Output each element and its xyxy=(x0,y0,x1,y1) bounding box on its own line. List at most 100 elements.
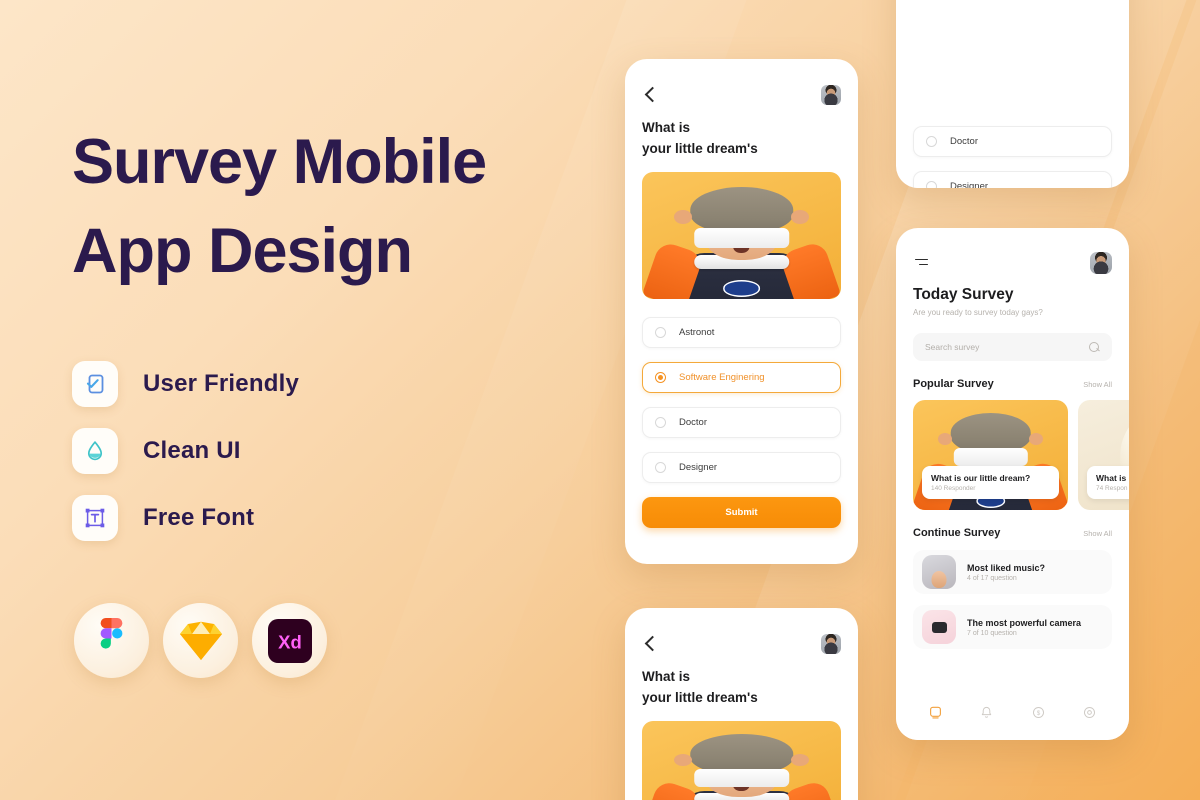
survey-header xyxy=(625,59,858,105)
title-line-1: Survey Mobile xyxy=(72,127,487,197)
radio-icon xyxy=(655,462,666,474)
item-text: Most liked music? 4 of 17 question xyxy=(967,563,1045,582)
child-astronaut-illustration xyxy=(642,172,841,300)
item-title: Most liked music? xyxy=(967,562,1046,573)
phone-mockup-survey: What is your little dream's Astronot Sof… xyxy=(625,59,858,564)
item-text: The most powerful camera 7 of 10 questio… xyxy=(967,618,1081,637)
popular-survey-header: Popular Survey Show All xyxy=(896,361,1129,390)
feature-label: Clean UI xyxy=(143,436,241,464)
svg-text:$: $ xyxy=(1036,710,1040,717)
phone-mockup-survey-duplicate: What is your little dream's xyxy=(625,608,858,800)
home-header xyxy=(896,228,1129,274)
card-responders: 140 Responder xyxy=(931,485,976,492)
water-drop-icon xyxy=(72,427,118,474)
avatar[interactable] xyxy=(821,85,841,105)
feature-list: User Friendly Clean UI Free Font xyxy=(72,350,299,551)
sketch-logo-badge xyxy=(163,603,238,678)
search-input[interactable]: Search survey xyxy=(913,333,1112,361)
survey-hero-image xyxy=(642,172,841,300)
child-astronaut-illustration xyxy=(642,721,841,800)
settings-icon[interactable] xyxy=(1082,705,1097,720)
survey-option-list: Astronot Software Enginering Doctor Desi… xyxy=(625,299,858,484)
page-title: Survey Mobile App Design xyxy=(72,118,592,297)
show-all-link[interactable]: Show All xyxy=(1083,529,1112,538)
sketch-logo xyxy=(178,620,224,662)
radio-icon xyxy=(926,181,937,188)
avatar[interactable] xyxy=(1090,252,1112,274)
continue-survey-item-camera[interactable]: The most powerful camera 7 of 10 questio… xyxy=(913,605,1112,649)
phone-mockup-home: Today Survey Are you ready to survey tod… xyxy=(896,228,1129,740)
dollar-icon[interactable]: $ xyxy=(1031,705,1046,720)
survey-question: What is your little dream's xyxy=(625,105,858,159)
submit-option-list: Doctor Designer xyxy=(896,0,1129,188)
card-responders: 74 Respon xyxy=(1096,485,1128,492)
continue-survey-item-music[interactable]: Most liked music? 4 of 17 question xyxy=(913,550,1112,594)
figma-logo xyxy=(96,617,127,664)
title-line-2: App Design xyxy=(72,216,413,287)
avatar[interactable] xyxy=(821,634,841,654)
text-tool-icon xyxy=(72,494,118,541)
radio-icon xyxy=(655,417,666,429)
popular-survey-carousel[interactable]: What is our little dream? 140 Responder … xyxy=(896,390,1129,510)
radio-icon xyxy=(926,136,937,147)
survey-hero-image xyxy=(642,721,841,800)
bottom-tab-bar: $ xyxy=(896,690,1129,740)
question-line-1: What is xyxy=(642,120,691,135)
continue-survey-header: Continue Survey Show All xyxy=(896,510,1129,539)
card-title: What is o xyxy=(1096,473,1129,483)
question-line-1: What is xyxy=(642,669,691,684)
xd-logo: Xd xyxy=(267,618,313,664)
item-progress: 4 of 17 question xyxy=(967,574,1017,582)
popular-survey-card[interactable]: What is our little dream? 140 Responder xyxy=(913,400,1068,510)
card-caption: What is o 74 Respon xyxy=(1087,466,1129,499)
phone-check-icon xyxy=(72,360,118,407)
survey-question: What is your little dream's xyxy=(625,654,858,708)
radio-icon xyxy=(655,327,666,339)
question-line-2: your little dream's xyxy=(642,689,758,705)
option-label: Astronot xyxy=(679,327,715,339)
survey-option-designer[interactable]: Designer xyxy=(642,452,841,484)
item-title: The most powerful camera xyxy=(967,617,1082,628)
camera-thumbnail xyxy=(922,610,956,644)
back-chevron-icon[interactable] xyxy=(642,636,658,652)
music-thumbnail xyxy=(922,555,956,589)
survey-option-designer[interactable]: Designer xyxy=(913,171,1112,188)
figma-logo-badge xyxy=(74,603,149,678)
search-icon[interactable] xyxy=(1089,341,1100,353)
submit-button[interactable]: Submit xyxy=(642,497,841,529)
popular-survey-card[interactable]: What is o 74 Respon xyxy=(1078,400,1129,510)
left-panel: Survey Mobile App Design User Friendly C… xyxy=(72,0,592,800)
feature-item-free-font: Free Font xyxy=(72,484,299,551)
xd-logo-badge: Xd xyxy=(252,603,327,678)
home-icon[interactable] xyxy=(928,705,943,720)
survey-header xyxy=(625,608,858,654)
search-placeholder: Search survey xyxy=(925,342,980,352)
svg-text:Xd: Xd xyxy=(278,631,302,652)
card-caption: What is our little dream? 140 Responder xyxy=(922,466,1059,499)
survey-option-doctor[interactable]: Doctor xyxy=(642,407,841,439)
option-label: Designer xyxy=(679,462,718,474)
option-label: Software Enginering xyxy=(679,372,765,384)
phone-mockup-submit: Doctor Designer Submit xyxy=(896,0,1129,188)
question-line-2: your little dream's xyxy=(642,140,758,156)
survey-option-software-enginering[interactable]: Software Enginering xyxy=(642,362,841,394)
home-page-title: Today Survey xyxy=(913,286,1014,303)
section-title: Continue Survey xyxy=(913,527,1001,539)
tool-logo-list: Xd xyxy=(74,603,327,678)
option-label: Designer xyxy=(950,181,989,188)
back-chevron-icon[interactable] xyxy=(642,87,658,103)
feature-item-clean-ui: Clean UI xyxy=(72,417,299,484)
hamburger-menu-icon[interactable] xyxy=(913,258,928,269)
bell-icon[interactable] xyxy=(979,705,994,720)
show-all-link[interactable]: Show All xyxy=(1083,380,1112,389)
option-label: Doctor xyxy=(950,136,978,147)
survey-option-doctor[interactable]: Doctor xyxy=(913,126,1112,157)
feature-label: Free Font xyxy=(143,503,255,531)
feature-label: User Friendly xyxy=(143,369,299,397)
home-subtitle: Are you ready to survey today gays? xyxy=(913,308,1043,317)
option-label: Doctor xyxy=(679,417,707,429)
survey-option-astronot[interactable]: Astronot xyxy=(642,317,841,349)
item-progress: 7 of 10 question xyxy=(967,629,1017,637)
feature-item-user-friendly: User Friendly xyxy=(72,350,299,417)
radio-icon-selected xyxy=(655,372,666,384)
